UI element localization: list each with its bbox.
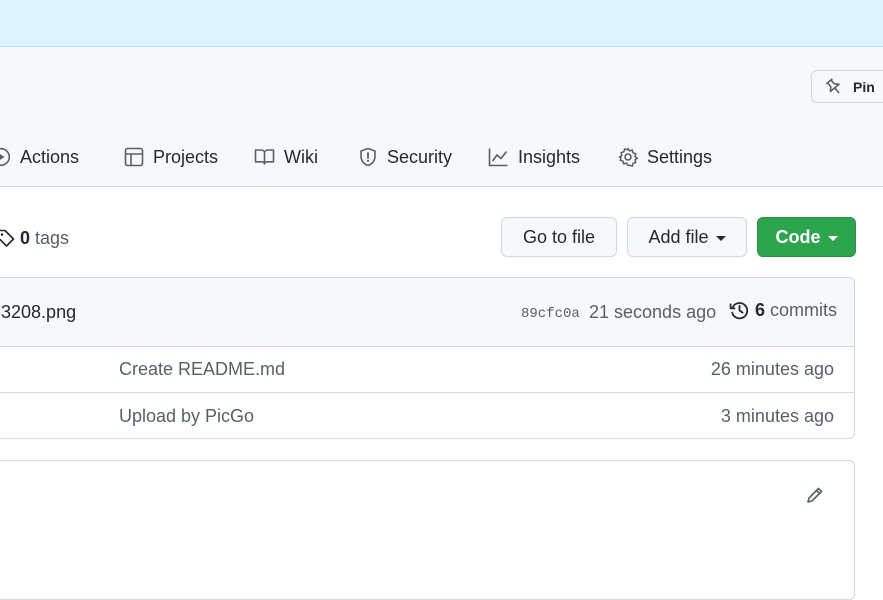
tab-actions[interactable]: Actions bbox=[0, 140, 79, 174]
tags-link[interactable]: 0 tags bbox=[0, 226, 69, 250]
file-commit-message[interactable]: Create README.md bbox=[119, 359, 285, 380]
tab-projects[interactable]: Projects bbox=[124, 140, 218, 174]
latest-commit-bar: 33208.png 89cfc0a 21 seconds ago 6 commi… bbox=[0, 278, 854, 347]
pin-icon bbox=[825, 77, 840, 94]
gear-icon bbox=[618, 147, 638, 167]
file-browser: 33208.png 89cfc0a 21 seconds ago 6 commi… bbox=[0, 277, 855, 439]
graph-icon bbox=[488, 148, 508, 167]
play-icon bbox=[0, 147, 11, 167]
commits-label: commits bbox=[770, 300, 838, 320]
tab-wiki[interactable]: Wiki bbox=[254, 140, 318, 174]
pin-label: Pin bbox=[853, 78, 875, 95]
tab-label: Settings bbox=[647, 146, 713, 167]
tag-icon bbox=[0, 229, 15, 247]
chevron-down-icon bbox=[827, 235, 838, 241]
add-file-button[interactable]: Add file bbox=[627, 217, 747, 257]
chevron-down-icon bbox=[715, 235, 726, 241]
file-commit-message[interactable]: Upload by PicGo bbox=[119, 406, 254, 427]
tab-label: Projects bbox=[153, 146, 219, 167]
tab-security[interactable]: Security bbox=[358, 140, 452, 174]
readme-box bbox=[0, 460, 855, 600]
go-to-file-label: Go to file bbox=[522, 226, 596, 247]
code-label: Code bbox=[775, 226, 821, 247]
file-commit-time: 3 minutes ago bbox=[720, 406, 834, 426]
code-button[interactable]: Code bbox=[757, 217, 856, 257]
file-commit-time: 26 minutes ago bbox=[710, 359, 834, 379]
announcement-banner bbox=[0, 0, 883, 47]
latest-commit-message[interactable]: 33208.png bbox=[0, 302, 76, 323]
tab-insights[interactable]: Insights bbox=[488, 140, 580, 174]
tab-label: Security bbox=[387, 146, 453, 167]
commits-count: 6 bbox=[755, 300, 766, 320]
commit-sha[interactable]: 89cfc0a bbox=[521, 306, 580, 322]
pencil-icon[interactable] bbox=[805, 485, 825, 505]
pin-button[interactable]: Pin bbox=[811, 70, 883, 103]
add-file-label: Add file bbox=[648, 226, 709, 247]
tab-label: Wiki bbox=[284, 146, 318, 167]
file-row: Upload by PicGo 3 minutes ago bbox=[0, 393, 854, 438]
tags-count: 0 bbox=[20, 227, 31, 248]
tags-label: tags bbox=[35, 227, 70, 248]
shield-icon bbox=[360, 147, 376, 167]
commit-time: 21 seconds ago bbox=[589, 302, 717, 322]
go-to-file-button[interactable]: Go to file bbox=[501, 217, 617, 257]
file-row: Create README.md 26 minutes ago bbox=[0, 346, 854, 393]
tab-settings[interactable]: Settings bbox=[618, 140, 712, 174]
table-icon bbox=[124, 147, 144, 167]
commits-link[interactable]: 6 commits bbox=[729, 300, 837, 321]
tab-label: Insights bbox=[518, 146, 581, 167]
history-icon bbox=[729, 302, 749, 320]
book-icon bbox=[254, 149, 275, 165]
tab-label: Actions bbox=[20, 146, 80, 167]
